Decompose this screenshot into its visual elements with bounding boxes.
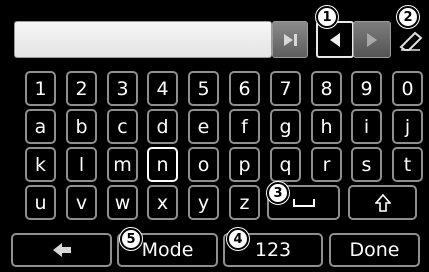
key-h[interactable]: h (311, 109, 342, 144)
key-4[interactable]: 4 (147, 71, 178, 106)
done-label: Done (349, 239, 400, 261)
key-l[interactable]: l (66, 147, 97, 182)
key-1[interactable]: 1 (25, 71, 56, 106)
callout-1: 1 (316, 6, 338, 28)
callout-4: 4 (227, 228, 249, 250)
key-u[interactable]: u (25, 185, 56, 220)
key-9[interactable]: 9 (351, 71, 382, 106)
shift-key[interactable] (348, 185, 417, 220)
eraser-icon (399, 31, 423, 51)
text-input-field[interactable] (14, 21, 272, 58)
key-t[interactable]: t (392, 147, 423, 182)
key-y[interactable]: y (188, 185, 219, 220)
back-arrow-icon (52, 243, 71, 257)
cursor-right-button[interactable] (353, 21, 391, 58)
key-m[interactable]: m (107, 147, 138, 182)
key-p[interactable]: p (229, 147, 260, 182)
shift-icon (374, 193, 391, 212)
key-2[interactable]: 2 (66, 71, 97, 106)
key-7[interactable]: 7 (270, 71, 301, 106)
callout-5: 5 (120, 228, 142, 250)
key-d[interactable]: d (147, 109, 178, 144)
space-icon (292, 198, 315, 207)
cursor-end-button[interactable] (272, 21, 308, 58)
key-8[interactable]: 8 (311, 71, 342, 106)
key-c[interactable]: c (107, 109, 138, 144)
key-r[interactable]: r (311, 147, 342, 182)
key-a[interactable]: a (25, 109, 56, 144)
callout-2: 2 (397, 6, 419, 28)
key-v[interactable]: v (66, 185, 97, 220)
key-6[interactable]: 6 (229, 71, 260, 106)
key-b[interactable]: b (66, 109, 97, 144)
back-button[interactable] (11, 233, 112, 267)
key-j[interactable]: j (392, 109, 423, 144)
erase-button[interactable] (398, 28, 424, 52)
skip-to-end-icon (284, 33, 297, 46)
key-s[interactable]: s (351, 147, 382, 182)
mode-label: Mode (141, 239, 194, 261)
key-x[interactable]: x (147, 185, 178, 220)
key-3[interactable]: 3 (107, 71, 138, 106)
key-k[interactable]: k (25, 147, 56, 182)
key-q[interactable]: q (270, 147, 301, 182)
key-o[interactable]: o (188, 147, 219, 182)
numeric-label: 123 (254, 239, 292, 261)
key-n[interactable]: n (147, 147, 178, 182)
key-0[interactable]: 0 (392, 71, 423, 106)
done-button[interactable]: Done (329, 233, 420, 267)
key-5[interactable]: 5 (188, 71, 219, 106)
key-e[interactable]: e (188, 109, 219, 144)
arrow-right-icon (367, 32, 377, 47)
callout-3: 3 (267, 182, 289, 204)
key-g[interactable]: g (270, 109, 301, 144)
key-z[interactable]: z (229, 185, 260, 220)
key-i[interactable]: i (351, 109, 382, 144)
arrow-left-icon (330, 32, 340, 47)
key-f[interactable]: f (229, 109, 260, 144)
key-w[interactable]: w (107, 185, 138, 220)
